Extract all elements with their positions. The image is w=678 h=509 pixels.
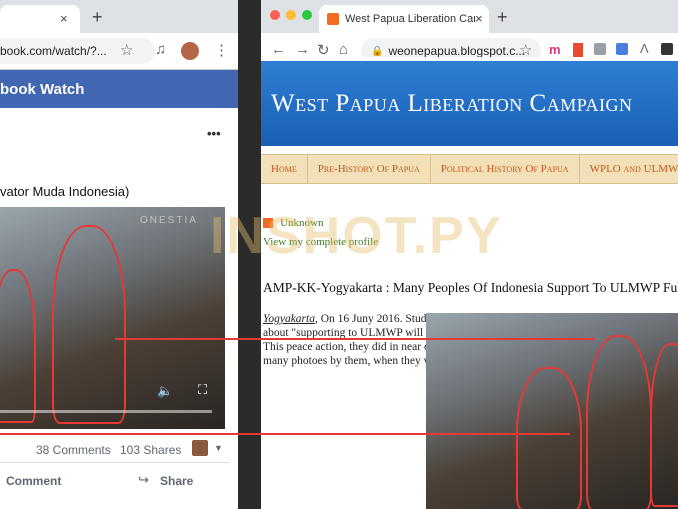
comparison-line-bottom	[0, 433, 570, 435]
video-player[interactable]: ONESTIA 🔈 ⛶	[0, 207, 225, 429]
post-title[interactable]: AMP-KK-Yogyakarta : Many Peoples Of Indo…	[263, 280, 678, 296]
blog-page: West Papua Liberation Campaign Home Pre-…	[261, 57, 678, 509]
tab-strip: West Papua Liberation Campaign × +	[261, 0, 678, 33]
red-outline-person-1	[0, 269, 36, 423]
extension-a-icon[interactable]: Λ	[640, 41, 649, 56]
divider	[0, 462, 230, 463]
extension-m-icon[interactable]: m	[549, 42, 561, 57]
media-control-icon[interactable]: ♫	[155, 41, 166, 58]
blogger-favicon-icon	[327, 13, 339, 25]
video-progress-bar[interactable]	[0, 410, 212, 413]
back-arrow-icon[interactable]: ←	[271, 41, 286, 58]
browser-toolbar: book.com/watch/?... ☆ ♫ ⋮	[0, 33, 238, 70]
extension-dark-icon[interactable]	[661, 43, 673, 55]
red-outline-person-2	[586, 335, 652, 509]
watch-header-title: book Watch	[0, 80, 85, 98]
tab-strip: × +	[0, 0, 238, 33]
facebook-tab[interactable]: ×	[0, 5, 80, 33]
blog-nav: Home Pre-History Of Papua Political Hist…	[261, 154, 678, 184]
extension-translate-icon[interactable]	[616, 43, 628, 55]
post-photo[interactable]	[426, 313, 678, 509]
nav-home[interactable]: Home	[261, 155, 308, 183]
zoom-window-button[interactable]	[302, 10, 312, 20]
close-window-button[interactable]	[270, 10, 280, 20]
menu-icon[interactable]: ⋮	[214, 41, 229, 59]
minimize-window-button[interactable]	[286, 10, 296, 20]
comparison-line-top	[115, 338, 595, 340]
watch-header: book Watch	[0, 70, 238, 108]
engagement-bar: 38 Comments 103 Shares ▼	[0, 440, 238, 460]
post-text: vator Muda Indonesia)	[0, 184, 130, 199]
volume-icon[interactable]: 🔈	[157, 383, 173, 399]
blog-title[interactable]: West Papua Liberation Campaign	[261, 61, 678, 146]
comment-button[interactable]: Comment	[6, 474, 61, 488]
more-options-icon[interactable]: •••	[207, 126, 221, 141]
red-outline-person-1	[516, 367, 582, 509]
nav-political-history[interactable]: Political History Of Papua	[431, 155, 580, 183]
close-tab-icon[interactable]: ×	[60, 11, 68, 26]
nav-pre-history[interactable]: Pre-History Of Papua	[308, 155, 431, 183]
nav-wplo-ulmwp[interactable]: WPLO and ULMWP	[580, 155, 678, 183]
forward-arrow-icon[interactable]: →	[295, 41, 310, 58]
red-outline-person-3	[650, 343, 678, 507]
lock-icon: 🔒	[371, 45, 384, 57]
fullscreen-icon[interactable]: ⛶	[198, 382, 207, 398]
video-watermark: ONESTIA	[140, 215, 198, 226]
chevron-down-icon[interactable]: ▼	[214, 443, 223, 453]
reaction-avatar	[192, 440, 208, 456]
new-tab-button[interactable]: +	[497, 7, 508, 28]
profile-avatar[interactable]	[181, 42, 199, 60]
watermark: INSHOT.PY	[210, 207, 503, 265]
para-1-italic: Yogyakarta	[263, 313, 315, 325]
bookmark-star-icon[interactable]: ☆	[120, 41, 133, 59]
extension-pocket-icon[interactable]	[594, 43, 606, 55]
tab-title: West Papua Liberation Campaign	[345, 13, 475, 25]
red-outline-person-2	[52, 225, 126, 424]
post-card: ••• vator Muda Indonesia) ONESTIA 🔈 ⛶ 38…	[0, 112, 238, 509]
shares-count[interactable]: 103 Shares	[120, 443, 181, 457]
home-icon[interactable]: ⌂	[339, 41, 348, 58]
comments-count[interactable]: 38 Comments	[36, 443, 111, 457]
share-button[interactable]: Share	[160, 474, 193, 488]
url-text: book.com/watch/?...	[0, 44, 107, 58]
share-icon[interactable]: ↪	[138, 472, 149, 488]
blog-tab[interactable]: West Papua Liberation Campaign ×	[319, 5, 489, 33]
url-text: weonepapua.blogspot.c...	[388, 44, 526, 58]
new-tab-button[interactable]: +	[92, 7, 103, 28]
extension-red-icon[interactable]	[573, 43, 583, 57]
close-tab-icon[interactable]: ×	[475, 11, 483, 26]
